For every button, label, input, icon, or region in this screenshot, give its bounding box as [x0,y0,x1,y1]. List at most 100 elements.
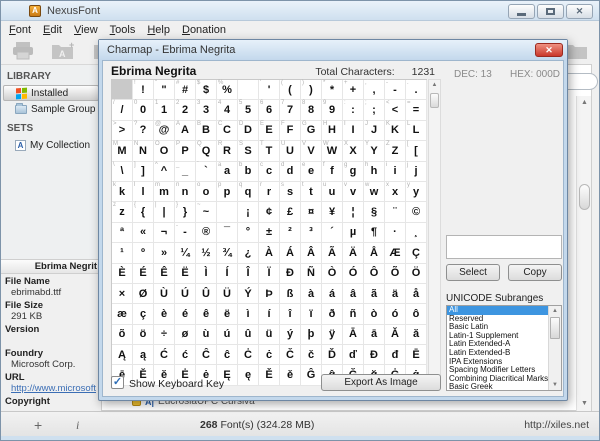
char-cell[interactable]: ą [133,345,154,365]
char-cell[interactable]: UU [280,141,301,161]
char-cell[interactable]: tt [301,182,322,202]
char-cell[interactable]: RR [217,141,238,161]
char-cell[interactable]: à [301,284,322,304]
scrollbar-thumb[interactable] [430,93,439,108]
char-cell[interactable]: â [343,284,364,304]
char-cell[interactable]: ë [217,304,238,324]
char-cell[interactable]: [[ [406,141,427,161]
char-cell[interactable]: xx [385,182,406,202]
char-cell[interactable]: Ü [217,284,238,304]
char-cell[interactable]: ² [280,223,301,243]
char-cell[interactable]: ¾ [217,243,238,263]
char-cell[interactable]: Á [280,243,301,263]
print-icon[interactable] [11,41,35,61]
close-button[interactable]: ✕ [566,4,593,19]
char-cell[interactable]: !! [133,80,154,100]
char-cell[interactable]: ZZ [385,141,406,161]
char-cell[interactable]: © [406,202,427,222]
char-cell[interactable]: zz [112,202,133,222]
char-cell[interactable]: EE [259,121,280,141]
char-cell[interactable]: 44 [217,100,238,120]
char-cell[interactable] [217,202,238,222]
char-cell[interactable]: kk [112,182,133,202]
char-cell[interactable]: << [385,100,406,120]
char-cell[interactable]: -- [175,223,196,243]
char-cell[interactable]: î [280,304,301,324]
char-cell[interactable]: þ [301,325,322,345]
char-cell[interactable]: ¥ [322,202,343,222]
char-cell[interactable]: {{ [133,202,154,222]
char-cell[interactable]: Ē [406,345,427,365]
char-cell[interactable]: ff [322,162,343,182]
scroll-down-icon[interactable]: ▼ [577,397,592,411]
char-cell[interactable]: £ [280,202,301,222]
char-cell[interactable]: Đ [364,345,385,365]
char-cell[interactable]: TT [259,141,280,161]
char-cell[interactable]: (( [280,80,301,100]
char-cell[interactable]: ;; [364,100,385,120]
char-cell[interactable]: HH [322,121,343,141]
char-cell[interactable]: ?? [133,121,154,141]
char-cell[interactable]: ** [322,80,343,100]
char-cell[interactable]: dd [280,162,301,182]
grid-scrollbar[interactable]: ▲ [428,79,441,386]
char-cell[interactable]: ° [238,223,259,243]
folder-icon[interactable] [565,41,591,61]
char-cell[interactable]: Ë [175,264,196,284]
add-group-icon[interactable]: A+ [51,41,77,61]
char-cell[interactable]: Ď [322,345,343,365]
char-cell[interactable]: ì [238,304,259,324]
char-cell[interactable]: µ [343,223,364,243]
sidebar-item-installed[interactable]: Installed [3,85,99,101]
char-cell[interactable]: ª [112,223,133,243]
char-cell[interactable]: DD [238,121,259,141]
char-cell[interactable]: oo [196,182,217,202]
char-cell[interactable]: ^^ [154,162,175,182]
char-cell[interactable]: yy [406,182,427,202]
char-cell[interactable]: Ø [133,284,154,304]
menu-item-edit[interactable]: Edit [43,23,70,37]
char-cell[interactable]: Ð [280,264,301,284]
char-cell[interactable]: û [238,325,259,345]
info-field-link[interactable]: http://www.microsoft [1,383,101,394]
char-cell[interactable]: đ [385,345,406,365]
menu-item-view[interactable]: View [74,23,106,37]
char-cell[interactable]: || [154,202,175,222]
char-cell[interactable]: ç [133,304,154,324]
char-cell[interactable]: MM [112,141,133,161]
char-cell[interactable]: NN [133,141,154,161]
char-cell[interactable]: Ċ [238,345,259,365]
char-cell[interactable]: Ï [259,264,280,284]
char-cell[interactable]: ó [385,304,406,324]
char-cell[interactable]: __ [175,162,196,182]
show-keyboard-key-checkbox[interactable]: ✓ [111,376,124,389]
info-button[interactable]: i [76,418,79,433]
char-cell[interactable]: ll [133,182,154,202]
char-cell[interactable]: ´ [322,223,343,243]
char-cell[interactable]: $$ [196,80,217,100]
char-cell[interactable]: Ý [238,284,259,304]
char-cell[interactable]: ï [301,304,322,324]
char-cell[interactable]: jj [406,162,427,182]
char-cell[interactable]: í [259,304,280,324]
scrollbar-thumb[interactable] [550,317,560,339]
char-cell[interactable]: 00 [133,100,154,120]
maximize-button[interactable] [537,4,564,19]
char-cell[interactable]: gg [343,162,364,182]
char-cell[interactable]: YY [364,141,385,161]
char-cell[interactable]: ii [385,162,406,182]
char-cell[interactable]: II [343,121,364,141]
char-cell[interactable]: Ĉ [196,345,217,365]
char-cell[interactable]: ñ [343,304,364,324]
char-cell[interactable]: WW [322,141,343,161]
char-cell[interactable]: GG [301,121,322,141]
char-cell[interactable]: é [175,304,196,324]
char-cell[interactable]: Ā [343,325,364,345]
char-cell[interactable]: 77 [280,100,301,120]
char-cell[interactable]: Ã [322,243,343,263]
char-cell[interactable]: ¤ [301,202,322,222]
char-cell[interactable]: ¼ [175,243,196,263]
char-cell[interactable]: ý [280,325,301,345]
char-cell[interactable]: ww [364,182,385,202]
char-cell[interactable]: ÷ [154,325,175,345]
